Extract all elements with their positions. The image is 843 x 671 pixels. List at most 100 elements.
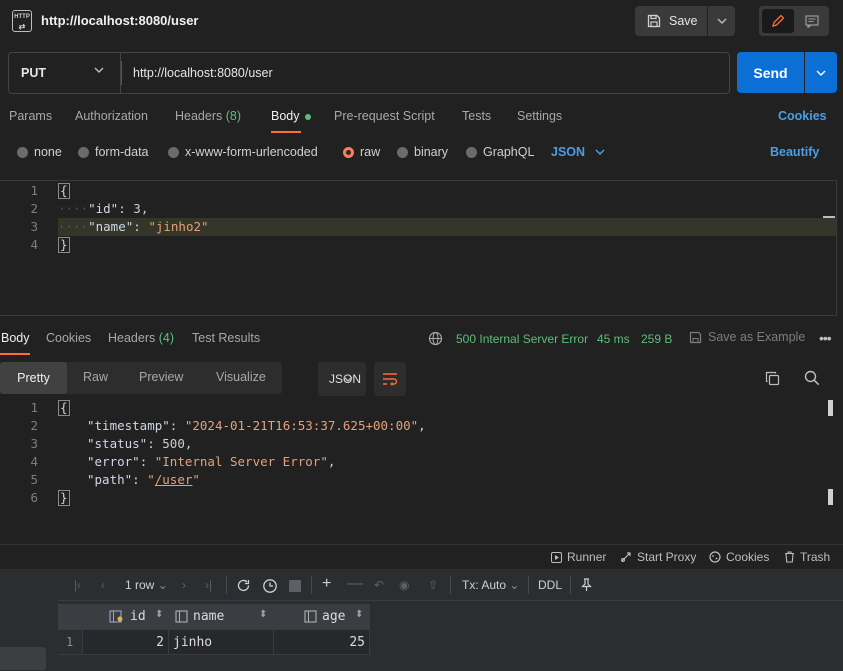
response-status[interactable]: 500 Internal Server Error (456, 332, 588, 346)
cell-age[interactable]: 25 (274, 630, 370, 655)
save-icon (689, 331, 702, 343)
comments-button[interactable] (797, 9, 827, 33)
url-input[interactable]: http://localhost:8080/user (120, 52, 730, 94)
copy-icon[interactable] (765, 371, 780, 386)
more-options-icon[interactable]: ••• (819, 330, 832, 346)
cell-id[interactable]: 2 (83, 630, 169, 655)
trash-button[interactable]: Trash (784, 550, 830, 564)
remove-row-icon[interactable]: — (347, 575, 363, 593)
code-brace-close: } (58, 237, 70, 253)
body-type-graphql[interactable]: GraphQL (466, 145, 534, 159)
row-number[interactable]: 1 (58, 630, 83, 655)
body-type-form-data[interactable]: form-data (78, 145, 149, 159)
view-icon[interactable]: ◉ (399, 578, 409, 592)
sort-icon[interactable]: ⬍ (155, 609, 163, 620)
method-select[interactable]: PUT (8, 52, 120, 94)
tab-authorization[interactable]: Authorization (75, 109, 148, 123)
column-header-name[interactable]: name ⬍ (169, 604, 274, 630)
view-tab-raw[interactable]: Raw (83, 370, 108, 384)
body-type-binary[interactable]: binary (397, 145, 448, 159)
start-proxy-label: Start Proxy (637, 550, 697, 564)
tx-mode-label: Tx: Auto (462, 578, 507, 592)
wrap-lines-button[interactable] (374, 362, 406, 396)
column-icon (175, 610, 188, 623)
response-format-hit[interactable] (318, 362, 366, 396)
revert-icon[interactable]: ↶ (374, 578, 384, 592)
view-tab-preview[interactable]: Preview (139, 370, 183, 384)
code-line-id: ····"id": 3, (58, 201, 149, 216)
http-file-icon: HTTP ⇄ (12, 10, 32, 32)
globe-icon[interactable] (428, 331, 443, 346)
save-dropdown-button[interactable] (708, 6, 735, 36)
side-strip-button[interactable] (0, 647, 46, 670)
search-icon[interactable] (804, 370, 820, 386)
first-page-icon[interactable]: |‹ (74, 578, 81, 592)
send-button[interactable]: Send (737, 52, 804, 93)
line-number: 5 (30, 472, 38, 487)
cookies-link[interactable]: Cookies (778, 109, 827, 123)
response-tab-test-results[interactable]: Test Results (192, 331, 260, 345)
request-title[interactable]: http://localhost:8080/user (41, 13, 198, 28)
row-count-select[interactable]: 1 row ⌄ (125, 578, 168, 592)
line-number: 2 (30, 418, 38, 433)
pin-icon[interactable] (580, 578, 593, 592)
toolbar-divider (311, 576, 312, 594)
view-tab-pretty[interactable]: Pretty (0, 362, 67, 394)
save-as-example-button[interactable]: Save as Example (689, 330, 805, 344)
previous-page-icon[interactable]: ‹ (101, 578, 105, 592)
sort-icon[interactable]: ⬍ (259, 609, 267, 620)
edit-button[interactable] (762, 9, 794, 33)
tab-body[interactable]: Body (271, 109, 311, 123)
cell-name[interactable]: jinho (169, 630, 274, 655)
body-type-urlencoded[interactable]: x-www-form-urlencoded (168, 145, 318, 159)
chevron-down-icon (717, 18, 726, 24)
transaction-mode-select[interactable]: Tx: Auto ⌄ (462, 578, 519, 592)
body-type-none[interactable]: none (17, 145, 62, 159)
grid-corner (58, 604, 83, 630)
send-dropdown-button[interactable] (805, 52, 837, 93)
clock-icon[interactable] (262, 578, 278, 594)
stop-icon[interactable] (289, 580, 301, 592)
body-format-label: JSON (551, 145, 586, 159)
path-link[interactable]: /user (155, 472, 193, 487)
tab-pre-request-script[interactable]: Pre-request Script (334, 109, 435, 123)
add-row-icon[interactable]: + (322, 575, 331, 593)
scrollbar-thumb[interactable] (828, 489, 833, 505)
response-time[interactable]: 45 ms (597, 332, 630, 346)
start-proxy-button[interactable]: Start Proxy (620, 550, 696, 564)
sort-icon[interactable]: ⬍ (355, 609, 363, 620)
response-size[interactable]: 259 B (641, 332, 672, 346)
view-tab-visualize[interactable]: Visualize (216, 370, 266, 384)
ddl-button[interactable]: DDL (538, 578, 562, 592)
tab-settings[interactable]: Settings (517, 109, 562, 123)
cookies-label: Cookies (726, 550, 770, 564)
body-type-raw[interactable]: raw (343, 145, 380, 159)
toolbar-divider (528, 576, 529, 594)
response-tab-headers[interactable]: Headers (4) (108, 331, 174, 345)
active-tab-indicator (0, 353, 30, 355)
save-button[interactable]: Save (635, 6, 707, 36)
cookies-button[interactable]: Cookies (709, 550, 769, 564)
tab-params[interactable]: Params (9, 109, 52, 123)
chevron-down-icon (816, 70, 826, 76)
response-tab-cookies[interactable]: Cookies (46, 331, 91, 345)
radio-selected-icon (343, 146, 354, 158)
radio-label: GraphQL (483, 145, 535, 159)
scrollbar-thumb[interactable] (828, 400, 833, 416)
body-format-select[interactable]: JSON (551, 145, 605, 159)
beautify-button[interactable]: Beautify (770, 145, 819, 159)
url-text: http://localhost:8080/user (133, 66, 273, 80)
column-header-id[interactable]: id ⬍ (83, 604, 169, 630)
radio-label: binary (414, 145, 449, 159)
refresh-icon[interactable] (236, 578, 251, 593)
tab-tests[interactable]: Tests (462, 109, 491, 123)
column-header-age[interactable]: age ⬍ (274, 604, 370, 630)
last-page-icon[interactable]: ›| (205, 578, 212, 592)
wrap-lines-icon (383, 373, 398, 386)
radio-label: x-www-form-urlencoded (185, 145, 318, 159)
submit-icon[interactable]: ⇧ (428, 578, 438, 592)
runner-button[interactable]: Runner (551, 550, 606, 564)
response-tab-body[interactable]: Body (1, 331, 30, 345)
next-page-icon[interactable]: › (182, 578, 186, 592)
tab-headers[interactable]: Headers (8) (175, 109, 241, 123)
